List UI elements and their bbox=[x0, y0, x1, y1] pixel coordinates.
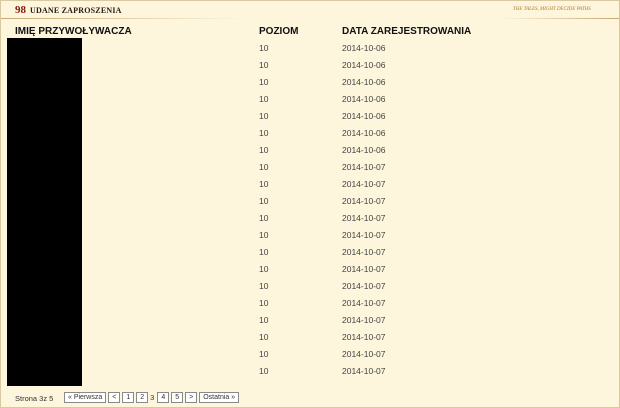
page-2-button[interactable]: 2 bbox=[136, 392, 149, 403]
invitations-count: 98 bbox=[15, 4, 26, 16]
level-cell: 10 bbox=[259, 128, 269, 138]
table-row: 10 2014-10-07 bbox=[1, 192, 619, 209]
table-row: 10 2014-10-07 bbox=[1, 243, 619, 260]
level-cell: 10 bbox=[259, 213, 269, 223]
table-row: 10 2014-10-06 bbox=[1, 141, 619, 158]
next-page-button[interactable]: > bbox=[185, 392, 198, 403]
column-header-name: IMIĘ PRZYWOŁYWACZA bbox=[15, 26, 132, 37]
level-cell: 10 bbox=[259, 111, 269, 121]
header-divider-left bbox=[1, 18, 243, 19]
date-cell: 2014-10-07 bbox=[342, 213, 386, 223]
redacted-names-block bbox=[7, 38, 82, 386]
date-cell: 2014-10-07 bbox=[342, 332, 386, 342]
level-cell: 10 bbox=[259, 247, 269, 257]
level-cell: 10 bbox=[259, 77, 269, 87]
table-row: 10 2014-10-07 bbox=[1, 175, 619, 192]
table-row: 10 2014-10-07 bbox=[1, 311, 619, 328]
table-row: 10 2014-10-06 bbox=[1, 124, 619, 141]
table-row: 10 2014-10-06 bbox=[1, 39, 619, 56]
date-cell: 2014-10-06 bbox=[342, 111, 386, 121]
level-cell: 10 bbox=[259, 332, 269, 342]
table-row: 10 2014-10-07 bbox=[1, 294, 619, 311]
table-row: 10 2014-10-06 bbox=[1, 56, 619, 73]
date-cell: 2014-10-06 bbox=[342, 60, 386, 70]
date-cell: 2014-10-07 bbox=[342, 162, 386, 172]
level-cell: 10 bbox=[259, 162, 269, 172]
date-cell: 2014-10-06 bbox=[342, 128, 386, 138]
page-info: Strona 3z 5 bbox=[15, 394, 54, 403]
date-cell: 2014-10-07 bbox=[342, 366, 386, 376]
level-cell: 10 bbox=[259, 281, 269, 291]
date-cell: 2014-10-07 bbox=[342, 281, 386, 291]
prev-page-button[interactable]: < bbox=[108, 392, 121, 403]
column-header-date: DATA ZAREJESTROWANIA bbox=[342, 26, 472, 37]
invitations-panel: 98 UDANE ZAPROSZENIA THE TALES, MIGHT DE… bbox=[0, 0, 620, 408]
date-cell: 2014-10-06 bbox=[342, 43, 386, 53]
date-cell: 2014-10-06 bbox=[342, 145, 386, 155]
table-row: 10 2014-10-07 bbox=[1, 209, 619, 226]
page-1-button[interactable]: 1 bbox=[122, 392, 135, 403]
panel-header: 98 UDANE ZAPROSZENIA THE TALES, MIGHT DE… bbox=[1, 1, 619, 21]
level-cell: 10 bbox=[259, 349, 269, 359]
table-row: 10 2014-10-06 bbox=[1, 107, 619, 124]
table-row: 10 2014-10-07 bbox=[1, 328, 619, 345]
table-row: 10 2014-10-07 bbox=[1, 345, 619, 362]
level-cell: 10 bbox=[259, 60, 269, 70]
level-cell: 10 bbox=[259, 145, 269, 155]
level-cell: 10 bbox=[259, 43, 269, 53]
table-row: 10 2014-10-07 bbox=[1, 260, 619, 277]
level-cell: 10 bbox=[259, 179, 269, 189]
date-cell: 2014-10-07 bbox=[342, 230, 386, 240]
level-cell: 10 bbox=[259, 366, 269, 376]
date-cell: 2014-10-07 bbox=[342, 264, 386, 274]
pagination: Strona 3z 5 « Pierwsza < 1 2 3 4 5 > Ost… bbox=[1, 391, 619, 405]
page-4-button[interactable]: 4 bbox=[157, 392, 170, 403]
header-tagline: THE TALES, MIGHT DECIDE PATHS bbox=[513, 7, 591, 12]
level-cell: 10 bbox=[259, 196, 269, 206]
level-cell: 10 bbox=[259, 94, 269, 104]
date-cell: 2014-10-06 bbox=[342, 77, 386, 87]
table-row: 10 2014-10-07 bbox=[1, 362, 619, 379]
first-page-button[interactable]: « Pierwsza bbox=[64, 392, 107, 403]
pagination-buttons: « Pierwsza < 1 2 3 4 5 > Ostatnia » bbox=[64, 392, 241, 403]
invitations-table-body: 10 2014-10-06 10 2014-10-06 10 2014-10-06 10 20… bbox=[1, 39, 619, 379]
table-row: 10 2014-10-07 bbox=[1, 277, 619, 294]
panel-title: UDANE ZAPROSZENIA bbox=[30, 6, 122, 15]
column-header-level: POZIOM bbox=[259, 26, 299, 37]
table-row: 10 2014-10-07 bbox=[1, 158, 619, 175]
table-row: 10 2014-10-06 bbox=[1, 73, 619, 90]
date-cell: 2014-10-07 bbox=[342, 247, 386, 257]
level-cell: 10 bbox=[259, 315, 269, 325]
date-cell: 2014-10-07 bbox=[342, 298, 386, 308]
date-cell: 2014-10-07 bbox=[342, 196, 386, 206]
date-cell: 2014-10-06 bbox=[342, 94, 386, 104]
header-divider-right bbox=[501, 18, 619, 19]
level-cell: 10 bbox=[259, 230, 269, 240]
last-page-button[interactable]: Ostatnia » bbox=[199, 392, 240, 403]
level-cell: 10 bbox=[259, 298, 269, 308]
date-cell: 2014-10-07 bbox=[342, 349, 386, 359]
current-page: 3 bbox=[150, 393, 155, 402]
table-row: 10 2014-10-07 bbox=[1, 226, 619, 243]
table-row: 10 2014-10-06 bbox=[1, 90, 619, 107]
date-cell: 2014-10-07 bbox=[342, 315, 386, 325]
level-cell: 10 bbox=[259, 264, 269, 274]
date-cell: 2014-10-07 bbox=[342, 179, 386, 189]
page-5-button[interactable]: 5 bbox=[171, 392, 184, 403]
